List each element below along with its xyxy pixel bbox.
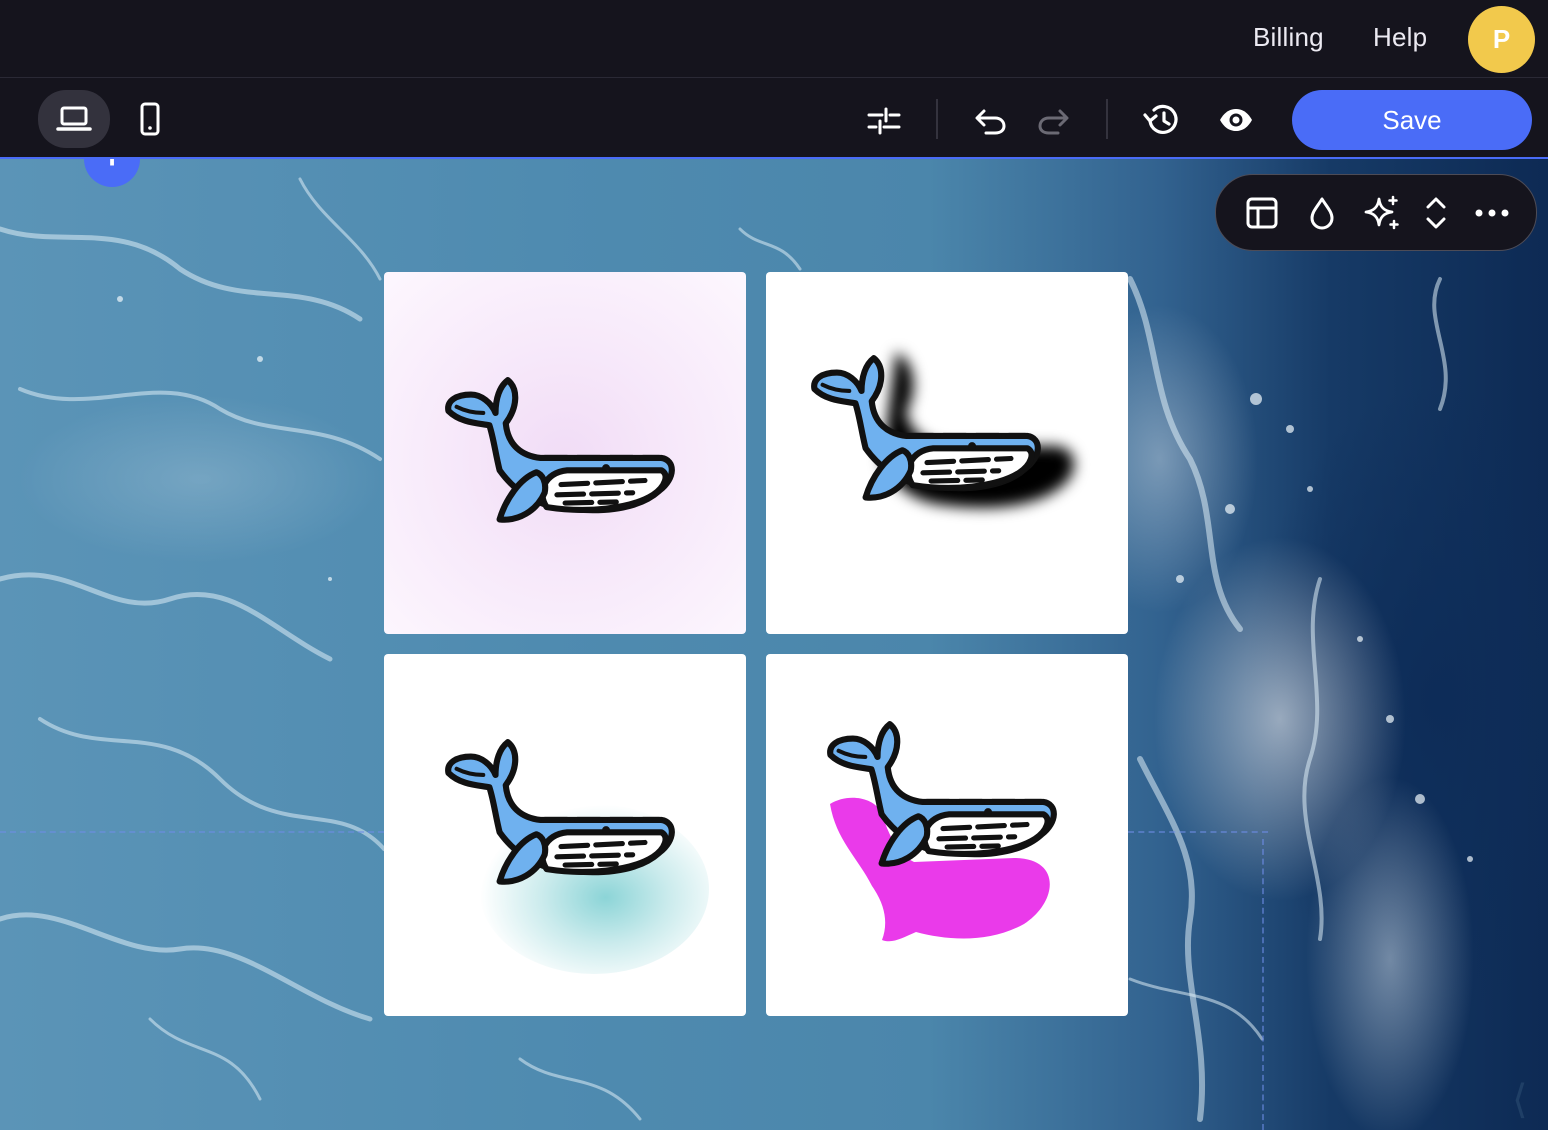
gallery-tile-teal-glow[interactable] — [384, 654, 746, 1016]
history-button[interactable] — [1140, 98, 1184, 142]
undo-icon — [975, 109, 1006, 135]
redo-button[interactable] — [1032, 99, 1076, 143]
droplet-icon — [1310, 197, 1334, 230]
color-button[interactable] — [1302, 193, 1342, 233]
adjustments-button[interactable] — [862, 99, 906, 143]
alignment-guide — [1128, 831, 1268, 833]
avatar[interactable]: P — [1468, 6, 1535, 73]
more-icon — [1475, 209, 1509, 217]
alignment-guide — [0, 831, 384, 833]
history-icon — [1143, 104, 1178, 134]
desktop-view-button[interactable] — [38, 90, 110, 148]
sliders-icon — [867, 107, 901, 135]
top-bar: Billing Help P — [0, 0, 1548, 78]
help-link[interactable]: Help — [1373, 22, 1427, 53]
panel-toggle-handle[interactable]: ⟨ — [1512, 1077, 1528, 1123]
preview-button[interactable] — [1214, 98, 1258, 142]
whale-icon — [384, 272, 746, 634]
alignment-guide — [1262, 839, 1264, 1130]
save-button[interactable]: Save — [1292, 90, 1532, 150]
toolbar-divider — [1106, 99, 1108, 139]
chevron-up-down-icon — [1426, 197, 1446, 229]
laptop-icon — [56, 106, 92, 131]
layout-button[interactable] — [1242, 193, 1282, 233]
billing-link[interactable]: Billing — [1253, 22, 1324, 53]
reorder-button[interactable] — [1416, 193, 1456, 233]
whale-icon — [384, 654, 746, 1016]
whale-icon — [766, 352, 1075, 508]
eye-icon — [1220, 109, 1252, 131]
gallery-tile-magenta-shape[interactable] — [766, 654, 1128, 1016]
editor-toolbar: Save — [0, 79, 1548, 159]
mobile-icon — [140, 102, 160, 136]
toolbar-divider — [936, 99, 938, 139]
gallery-tile-pink-background[interactable] — [384, 272, 746, 634]
gallery-tile-drop-shadow[interactable] — [766, 272, 1128, 634]
undo-button[interactable] — [968, 99, 1012, 143]
mobile-view-button[interactable] — [128, 90, 172, 148]
whale-icon — [766, 654, 1128, 942]
more-options-button[interactable] — [1472, 193, 1512, 233]
redo-icon — [1038, 109, 1069, 135]
sparkle-icon — [1364, 195, 1399, 230]
element-toolbar — [1215, 174, 1537, 251]
layout-icon — [1246, 197, 1278, 229]
effects-button[interactable] — [1362, 193, 1402, 233]
editor-canvas[interactable]: + — [0, 159, 1548, 1130]
